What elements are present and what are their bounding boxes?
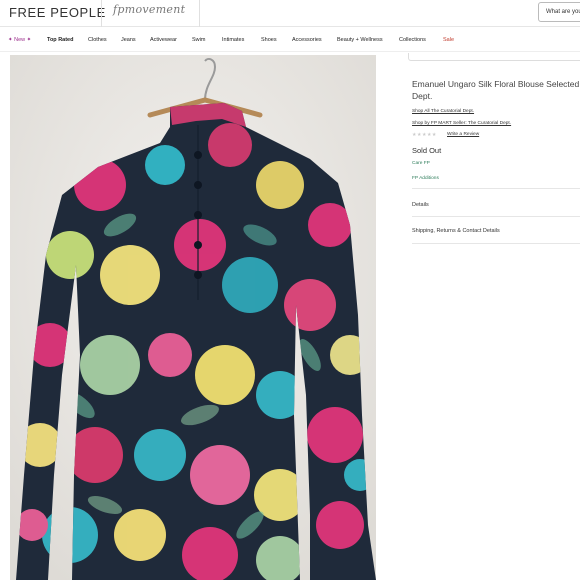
fp-additions-link[interactable]: FP Additions (412, 176, 439, 181)
nav-item-new[interactable]: ✦ New ✦ (8, 37, 31, 43)
divider (412, 243, 580, 244)
shipping-accordion[interactable]: Shipping, Returns & Contact Details (412, 228, 500, 234)
details-accordion[interactable]: Details (412, 202, 429, 208)
blouse-illustration (10, 55, 376, 580)
brand-divider (101, 0, 102, 27)
brand-divider (199, 0, 200, 27)
nav-item-swim[interactable]: Swim (192, 37, 205, 43)
product-image[interactable] (10, 55, 376, 580)
product-info-panel: Emanuel Ungaro Silk Floral Blouse Select… (403, 53, 580, 580)
nav-item-shoes[interactable]: Shoes (261, 37, 277, 43)
nav-item-beauty-wellness[interactable]: Beauty + Wellness (337, 37, 383, 43)
nav-item-accessories[interactable]: Accessories (292, 37, 322, 43)
nav-item-jeans[interactable]: Jeans (121, 37, 136, 43)
product-title: Emanuel Ungaro Silk Floral Blouse Select… (412, 79, 580, 101)
nav-item-collections[interactable]: Collections (399, 37, 426, 43)
nav-item-intimates[interactable]: Intimates (222, 37, 244, 43)
shop-all-link[interactable]: Shop All The Curatorial Dept. (412, 109, 474, 114)
nav-item-clothes[interactable]: Clothes (88, 37, 107, 43)
nav-item-sale[interactable]: Sale (443, 37, 454, 43)
category-nav: ✦ New ✦ Top Rated Clothes Jeans Activewe… (0, 28, 580, 52)
care-fp-link[interactable]: Care FP (412, 161, 430, 166)
nav-item-activewear[interactable]: Activewear (150, 37, 177, 43)
nav-item-top-rated[interactable]: Top Rated (47, 37, 73, 43)
fp-movement-logo[interactable]: fpmovement (113, 3, 185, 16)
divider (412, 188, 580, 189)
divider (412, 216, 580, 217)
top-box (408, 53, 580, 61)
stock-status: Sold Out (412, 146, 442, 155)
search-input[interactable]: What are you (538, 2, 580, 22)
site-header: FREE PEOPLE fpmovement What are you (0, 0, 580, 27)
rating-stars-icon: ★★★★★ (412, 132, 437, 138)
shop-by-seller-link[interactable]: Shop by FP MART Seller: The Curatorial D… (412, 121, 511, 126)
write-review-link[interactable]: Write a Review (447, 132, 479, 137)
free-people-logo[interactable]: FREE PEOPLE (9, 5, 106, 20)
